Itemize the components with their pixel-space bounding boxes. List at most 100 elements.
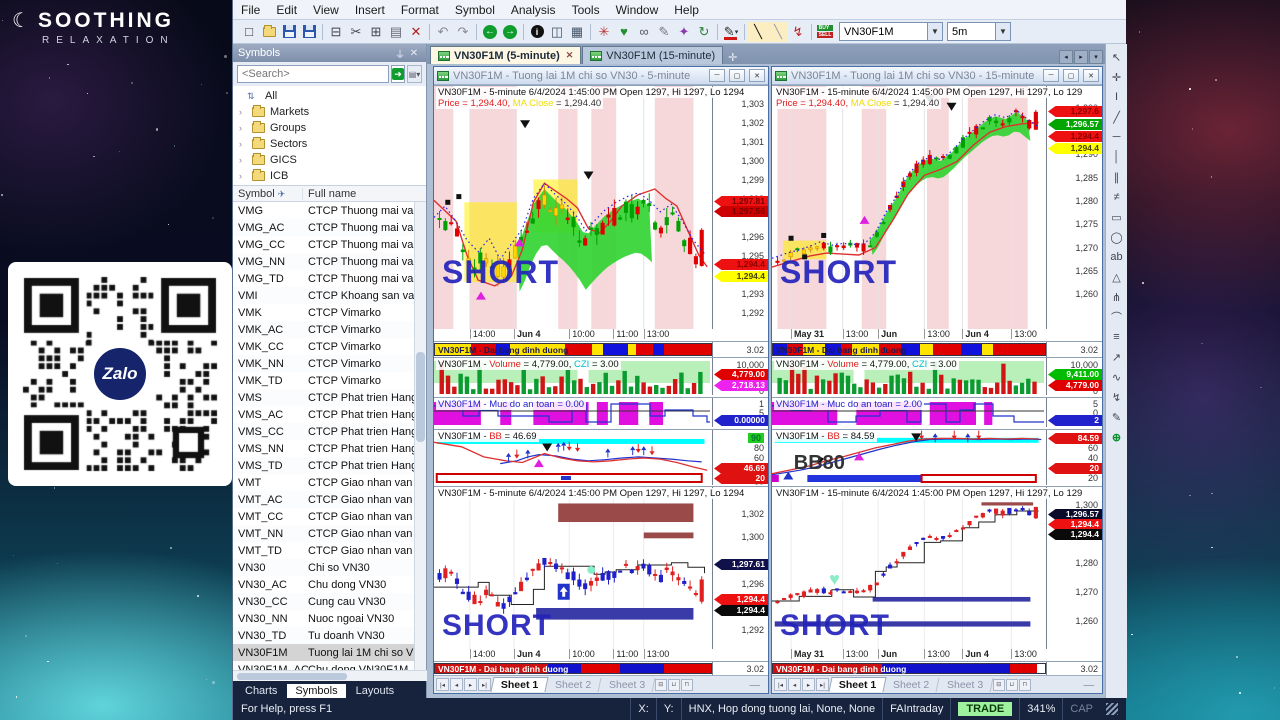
table-row[interactable]: VMG_CC CTCP Thuong mai va D: [233, 236, 415, 253]
table-row[interactable]: VMT_NN CTCP Giao nhan van tai: [233, 525, 415, 542]
maximize-button[interactable]: ▢: [729, 69, 745, 82]
add-indicator-icon[interactable]: ⊕: [1108, 428, 1126, 446]
refresh-icon[interactable]: ↻: [694, 22, 714, 42]
sheet-option-button[interactable]: ⊔: [667, 678, 680, 691]
splitter-handle[interactable]: —: [750, 679, 761, 691]
panel-tab-layouts[interactable]: Layouts: [348, 684, 403, 698]
pin-icon[interactable]: ⏚: [393, 46, 407, 61]
table-row[interactable]: VMS_NN CTCP Phat trien Hang H: [233, 440, 415, 457]
delete-icon[interactable]: ✕: [406, 22, 426, 42]
tab-menu-icon[interactable]: ▾: [1089, 50, 1103, 64]
new-file-icon[interactable]: □: [239, 22, 259, 42]
sheet-tab-2[interactable]: Sheet 2: [545, 677, 603, 692]
table-row[interactable]: VMK_TD CTCP Vimarko: [233, 372, 415, 389]
menu-edit[interactable]: Edit: [268, 1, 305, 19]
menu-window[interactable]: Window: [608, 1, 667, 19]
redo-icon[interactable]: ↷: [453, 22, 473, 42]
horizontal-line-tool-icon[interactable]: ─: [1108, 128, 1126, 146]
fullname-column-header[interactable]: Full name: [303, 188, 426, 200]
trend-line-tool-icon[interactable]: ╱: [1108, 108, 1126, 126]
layers-icon[interactable]: ▦: [567, 22, 587, 42]
interval-combo[interactable]: 5m ▼: [947, 22, 1011, 41]
thin-line-style-icon[interactable]: ╲: [768, 21, 788, 42]
brush-tool-icon[interactable]: ✎: [1108, 408, 1126, 426]
regression-tool-icon[interactable]: ≠: [1108, 188, 1126, 206]
ellipse-tool-icon[interactable]: ◯: [1108, 228, 1126, 246]
arrow-tool-icon[interactable]: ↗: [1108, 348, 1126, 366]
back-icon[interactable]: ←: [480, 22, 500, 42]
symbol-column-header[interactable]: Symbol ✈: [233, 187, 303, 200]
menu-file[interactable]: File: [233, 1, 268, 19]
table-row[interactable]: VMT_CC CTCP Giao nhan van tai: [233, 508, 415, 525]
sheet-nav-button[interactable]: ▸|: [816, 678, 829, 691]
sheet-nav-button[interactable]: ▸: [802, 678, 815, 691]
sheet-option-button[interactable]: ⊓: [1018, 678, 1031, 691]
favorites-icon[interactable]: ♥: [614, 22, 634, 42]
resize-grip[interactable]: [1106, 703, 1118, 715]
table-row[interactable]: VMI CTCP Khoang san va D: [233, 287, 415, 304]
sheet-option-button[interactable]: ⊟: [654, 678, 667, 691]
new-tab-icon[interactable]: ✛: [728, 51, 737, 64]
watch-icon[interactable]: ∞: [634, 22, 654, 42]
expand-arrow-icon[interactable]: ›: [239, 107, 247, 117]
table-row[interactable]: VMG_AC CTCP Thuong mai va D: [233, 219, 415, 236]
table-row[interactable]: VMT CTCP Giao nhan van tai: [233, 474, 415, 491]
rectangle-tool-icon[interactable]: ▭: [1108, 208, 1126, 226]
fibonacci-tool-icon[interactable]: ≡: [1108, 328, 1126, 346]
table-row[interactable]: VMK_AC CTCP Vimarko: [233, 321, 415, 338]
tab-scroll-left-icon[interactable]: ◂: [1059, 50, 1073, 64]
zigzag-tool-icon[interactable]: ↯: [1108, 388, 1126, 406]
parallel-lines-tool-icon[interactable]: ∥: [1108, 168, 1126, 186]
table-row[interactable]: VMT_AC CTCP Giao nhan van tai: [233, 491, 415, 508]
sheet-option-button[interactable]: ⊟: [992, 678, 1005, 691]
menu-analysis[interactable]: Analysis: [503, 1, 564, 19]
sidebar-item-groups[interactable]: › Groups: [233, 120, 426, 136]
buy-sell-icon[interactable]: BUY SELL: [815, 22, 835, 42]
table-row[interactable]: VMG_TD CTCP Thuong mai va D: [233, 270, 415, 287]
table-row[interactable]: VN30_NN Nuoc ngoai VN30: [233, 610, 415, 627]
vertical-line-tool-icon[interactable]: │: [1108, 148, 1126, 166]
sheet-nav-button[interactable]: ◂: [788, 678, 801, 691]
panel-tab-charts[interactable]: Charts: [237, 684, 285, 698]
sidebar-item-all[interactable]: ⇅ All: [233, 88, 426, 104]
expand-arrow-icon[interactable]: ›: [239, 139, 247, 149]
sheet-nav-button[interactable]: ▸|: [478, 678, 491, 691]
minimize-button[interactable]: ─: [709, 69, 725, 82]
zigzag-style-icon[interactable]: ↯: [788, 22, 808, 42]
arc-tool-icon[interactable]: ⌒: [1108, 308, 1126, 326]
table-row[interactable]: VMG_NN CTCP Thuong mai va D: [233, 253, 415, 270]
sheet-nav-button[interactable]: |◂: [436, 678, 449, 691]
tab-scroll-right-icon[interactable]: ▸: [1074, 50, 1088, 64]
maximize-button[interactable]: ▢: [1063, 69, 1079, 82]
menu-insert[interactable]: Insert: [347, 1, 393, 19]
menu-format[interactable]: Format: [393, 1, 447, 19]
menu-symbol[interactable]: Symbol: [447, 1, 503, 19]
print-icon[interactable]: ⊟: [326, 22, 346, 42]
table-row[interactable]: VN30_AC Chu dong VN30: [233, 576, 415, 593]
close-icon[interactable]: ✕: [407, 48, 421, 59]
table-row[interactable]: VMK CTCP Vimarko: [233, 304, 415, 321]
crosshair-tool-icon[interactable]: ✛: [1108, 68, 1126, 86]
minimize-button[interactable]: ─: [1043, 69, 1059, 82]
sheet-tab-3[interactable]: Sheet 3: [599, 677, 656, 692]
paste-icon[interactable]: ▤: [386, 22, 406, 42]
chevron-down-icon[interactable]: ▼: [927, 23, 942, 40]
sidebar-item-icb[interactable]: › ICB: [233, 168, 426, 184]
sheet-nav-button[interactable]: ◂: [450, 678, 463, 691]
symbol-combo[interactable]: VN30F1M ▼: [839, 22, 943, 41]
chart-tab-0[interactable]: VN30F1M (5-minute) ✕: [430, 46, 582, 64]
close-tab-icon[interactable]: ✕: [566, 50, 574, 61]
sheet-option-button[interactable]: ⊔: [1005, 678, 1018, 691]
table-row[interactable]: VN30_TD Tu doanh VN30: [233, 627, 415, 644]
table-row[interactable]: VN30 Chi so VN30: [233, 559, 415, 576]
quote-window-icon[interactable]: ◫: [547, 22, 567, 42]
table-row[interactable]: VN30F1M Tuong lai 1M chi so VN: [233, 644, 415, 661]
sidebar-item-sectors[interactable]: › Sectors: [233, 136, 426, 152]
cut-icon[interactable]: ✂: [346, 22, 366, 42]
undo-icon[interactable]: ↶: [433, 22, 453, 42]
analysis-icon[interactable]: ✳: [594, 22, 614, 42]
expand-arrow-icon[interactable]: ›: [239, 155, 247, 165]
pointer-tool-icon[interactable]: ↖: [1108, 48, 1126, 66]
table-row[interactable]: VMG CTCP Thuong mai va D: [233, 202, 415, 219]
notes-icon[interactable]: ✎: [654, 22, 674, 42]
